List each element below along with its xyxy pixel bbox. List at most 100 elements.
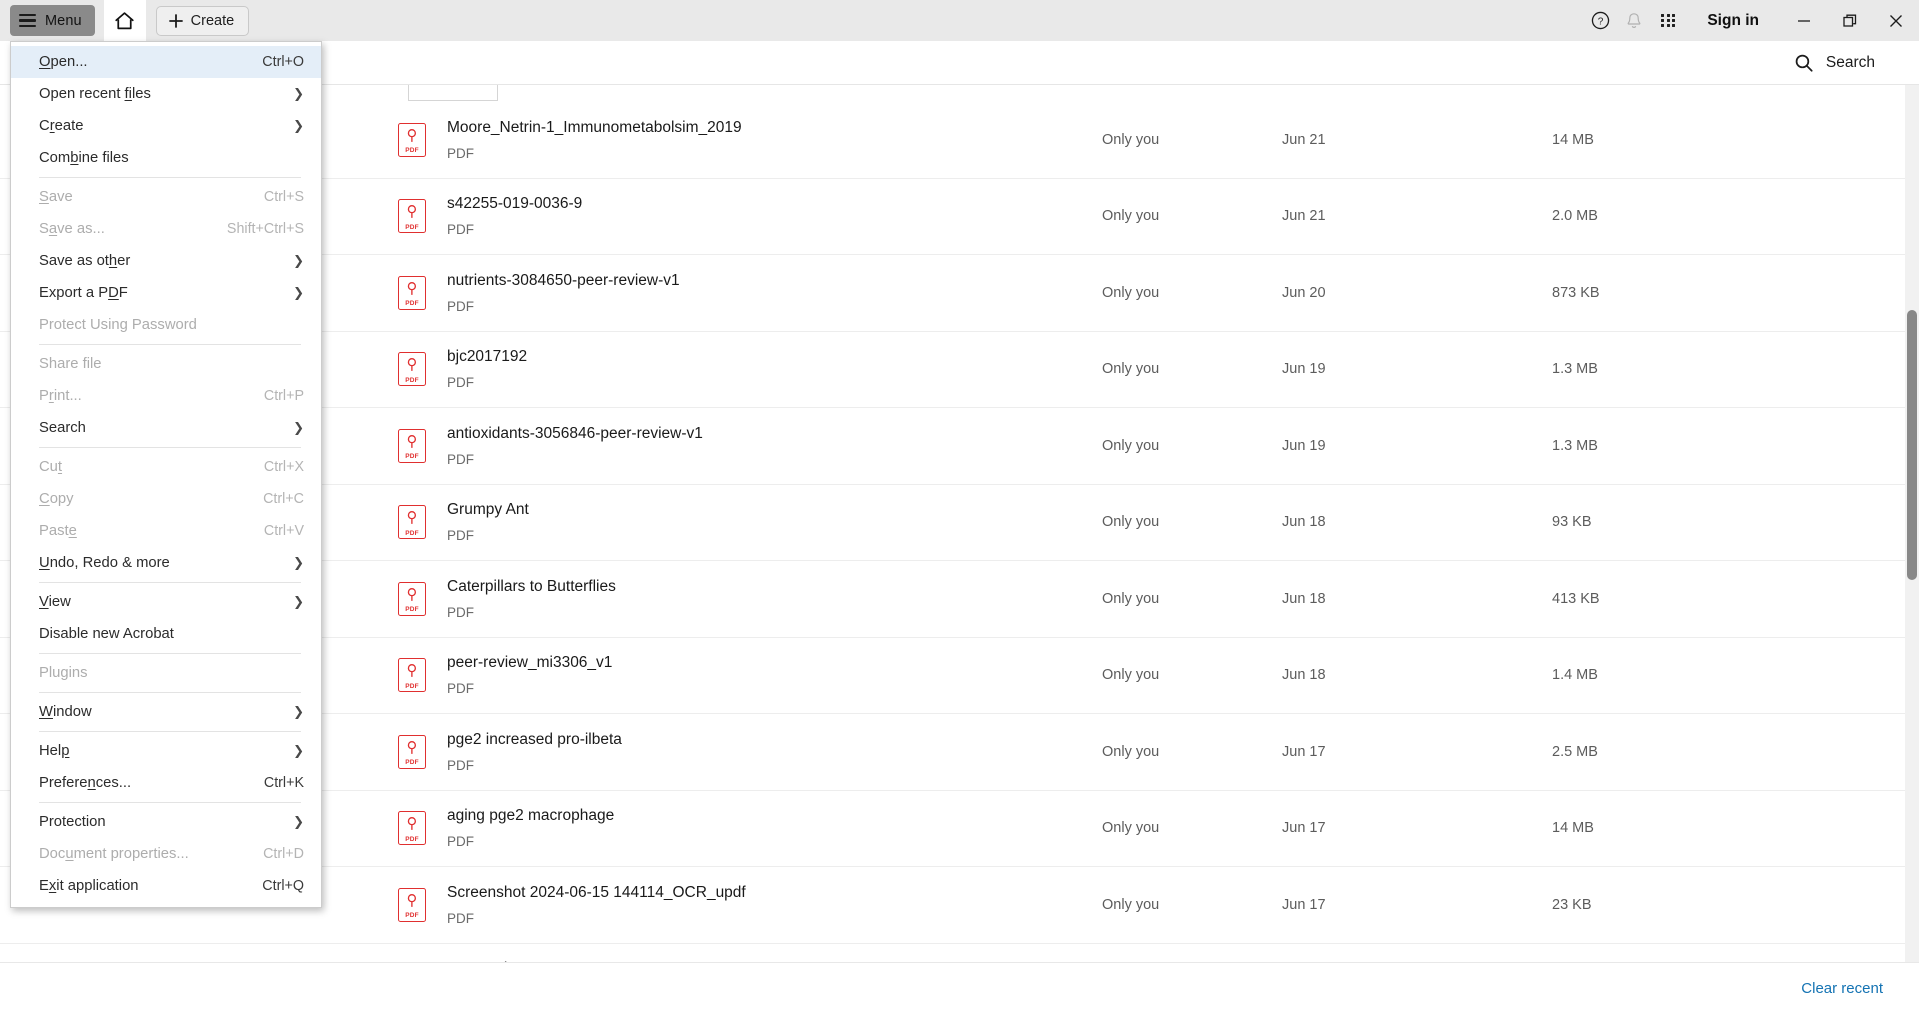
- file-type: PDF: [447, 605, 1007, 620]
- home-button[interactable]: [104, 0, 146, 41]
- file-date: Jun 18: [1282, 667, 1432, 683]
- file-date: Jun 17: [1282, 820, 1432, 836]
- file-name: Moore_Netrin-1_Immunometabolsim_2019: [447, 119, 1007, 138]
- menu-item-create[interactable]: Create❯: [11, 110, 321, 142]
- menu-item-shortcut: Ctrl+X: [264, 459, 304, 475]
- menu-item-label: Window: [39, 704, 92, 720]
- menu-item-exit-application[interactable]: Exit applicationCtrl+Q: [11, 870, 321, 902]
- menu-item-combine-files[interactable]: Combine files: [11, 142, 321, 174]
- file-type: PDF: [447, 758, 1007, 773]
- file-name-cell: Moore_Netrin-1_Immunometabolsim_2019 PDF: [447, 119, 1007, 161]
- file-name: Caterpillars to Butterflies: [447, 578, 1007, 597]
- file-name: s42255-019-0036-9: [447, 195, 1007, 214]
- file-icon-cell: ⚲PDF: [377, 123, 447, 157]
- menu-item-disable-new-acrobat[interactable]: Disable new Acrobat: [11, 618, 321, 650]
- file-name: antioxidants-3056846-peer-review-v1: [447, 425, 1007, 444]
- menu-item-label: Preferences...: [39, 775, 131, 791]
- menu-item-shortcut: Ctrl+D: [263, 846, 304, 862]
- file-date: Jun 17: [1282, 744, 1432, 760]
- file-icon-cell: ⚲PDF: [377, 735, 447, 769]
- chevron-right-icon: ❯: [293, 254, 304, 269]
- close-icon: [1887, 12, 1905, 30]
- menu-item-protect-using-password: Protect Using Password: [11, 309, 321, 341]
- file-type: PDF: [447, 146, 1007, 161]
- pdf-file-icon: ⚲PDF: [398, 582, 426, 616]
- file-size: 873 KB: [1552, 285, 1702, 301]
- apps-button[interactable]: [1651, 0, 1685, 41]
- menu-item-label: Print...: [39, 388, 82, 404]
- file-name: pge2 increased pro-ilbeta: [447, 731, 1007, 750]
- menu-item-open[interactable]: Open...Ctrl+O: [11, 46, 321, 78]
- menu-item-help[interactable]: Help❯: [11, 735, 321, 767]
- notifications-button[interactable]: [1617, 0, 1651, 41]
- file-icon-cell: ⚲PDF: [377, 505, 447, 539]
- clear-recent-link[interactable]: Clear recent: [1801, 980, 1883, 997]
- sign-in-button[interactable]: Sign in: [1707, 12, 1759, 30]
- help-button[interactable]: ?: [1583, 0, 1617, 41]
- pdf-file-icon: ⚲PDF: [398, 811, 426, 845]
- menu-item-document-properties: Document properties...Ctrl+D: [11, 838, 321, 870]
- chevron-right-icon: ❯: [293, 119, 304, 134]
- menu-item-undo-redo-more[interactable]: Undo, Redo & more❯: [11, 547, 321, 579]
- search-button[interactable]: Search: [1793, 41, 1875, 85]
- title-bar: Menu Create ?: [0, 0, 1919, 41]
- menu-item-save-as-other[interactable]: Save as other❯: [11, 245, 321, 277]
- search-label: Search: [1826, 54, 1875, 72]
- file-name: aging pge2 macrophage: [447, 807, 1007, 826]
- minimize-button[interactable]: [1781, 0, 1827, 41]
- file-access: Only you: [1102, 514, 1282, 530]
- menu-item-label: Protection: [39, 814, 106, 830]
- main-menu-dropdown: Open...Ctrl+OOpen recent files❯Create❯Co…: [10, 41, 322, 908]
- menu-item-label: Search: [39, 420, 86, 436]
- menu-item-open-recent-files[interactable]: Open recent files❯: [11, 78, 321, 110]
- menu-item-preferences[interactable]: Preferences... Ctrl+K: [11, 767, 321, 799]
- menu-separator: [39, 582, 301, 583]
- file-name-cell: Grumpy AntPDF: [447, 501, 1007, 543]
- file-icon-cell: ⚲PDF: [377, 429, 447, 463]
- file-access: Only you: [1102, 208, 1282, 224]
- menu-item-view[interactable]: View❯: [11, 586, 321, 618]
- file-type: PDF: [447, 375, 1007, 390]
- menu-item-search[interactable]: Search❯: [11, 412, 321, 444]
- file-name: peer-review_mi3306_v1: [447, 654, 1007, 673]
- file-access: Only you: [1102, 897, 1282, 913]
- file-name: Screenshot 2024-06-15 144114_OCR_updf: [447, 884, 1007, 903]
- menu-separator: [39, 692, 301, 693]
- menu-item-protection[interactable]: Protection❯: [11, 806, 321, 838]
- file-name-cell: nutrients-3084650-peer-review-v1PDF: [447, 272, 1007, 314]
- menu-item-plugins: Plugins: [11, 657, 321, 689]
- close-button[interactable]: [1873, 0, 1919, 41]
- file-name-cell: aging pge2 macrophagePDF: [447, 807, 1007, 849]
- menu-button-label: Menu: [45, 13, 82, 29]
- file-name: nutrients-3084650-peer-review-v1: [447, 272, 1007, 291]
- scrollbar-thumb[interactable]: [1907, 310, 1917, 580]
- menu-button[interactable]: Menu: [10, 5, 95, 36]
- menu-item-label: Copy: [39, 491, 74, 507]
- menu-item-copy: CopyCtrl+C: [11, 483, 321, 515]
- pdf-file-icon: ⚲PDF: [398, 505, 426, 539]
- vertical-scrollbar[interactable]: [1905, 85, 1919, 1000]
- restore-button[interactable]: [1827, 0, 1873, 41]
- file-icon-cell: ⚲PDF: [377, 276, 447, 310]
- chevron-right-icon: ❯: [293, 87, 304, 102]
- create-button-label: Create: [191, 13, 235, 29]
- pdf-file-icon: ⚲PDF: [398, 735, 426, 769]
- menu-item-label: Paste: [39, 523, 77, 539]
- file-icon-cell: ⚲PDF: [377, 199, 447, 233]
- menu-item-export-a-pdf[interactable]: Export a PDF❯: [11, 277, 321, 309]
- footer-bar: Clear recent: [0, 962, 1919, 1019]
- menu-item-paste: PasteCtrl+V: [11, 515, 321, 547]
- file-name-cell: Caterpillars to Butterflies PDF: [447, 578, 1007, 620]
- file-name-cell: pge2 increased pro-ilbeta PDF: [447, 731, 1007, 773]
- file-size: 93 KB: [1552, 514, 1702, 530]
- menu-separator: [39, 447, 301, 448]
- menu-item-shortcut: Ctrl+K: [264, 775, 304, 791]
- menu-item-save-as: Save as...Shift+Ctrl+S: [11, 213, 321, 245]
- menu-item-label: View: [39, 594, 71, 610]
- file-size: 2.0 MB: [1552, 208, 1702, 224]
- create-button[interactable]: Create: [156, 6, 250, 36]
- menu-item-label: Share file: [39, 356, 102, 372]
- menu-item-window[interactable]: Window❯: [11, 696, 321, 728]
- menu-item-label: Help: [39, 743, 69, 759]
- menu-separator: [39, 802, 301, 803]
